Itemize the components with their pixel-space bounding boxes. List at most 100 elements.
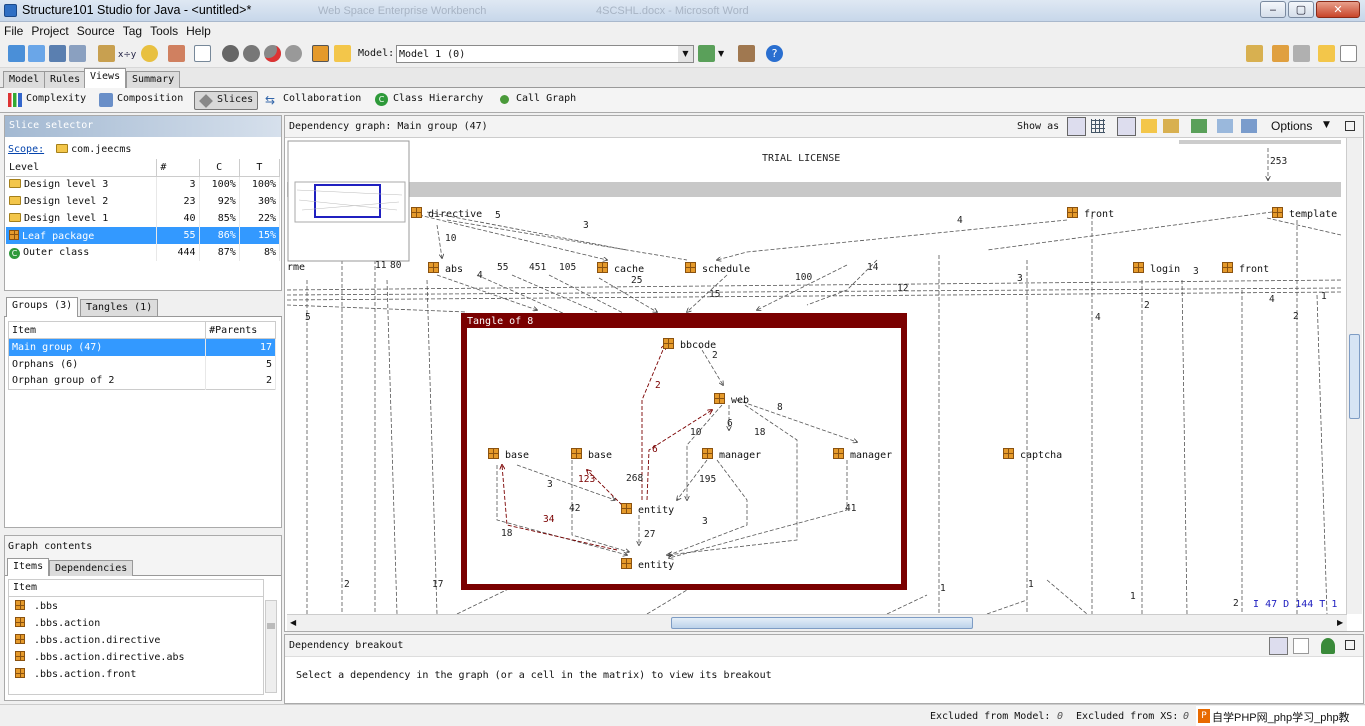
edit-icon[interactable] bbox=[1163, 119, 1179, 133]
scroll-right-icon[interactable]: ▶ bbox=[1337, 618, 1343, 627]
node-base[interactable]: base bbox=[488, 448, 529, 461]
col-item[interactable]: Item bbox=[9, 580, 263, 597]
edge-label[interactable]: 2 bbox=[1293, 311, 1299, 322]
class-hierarchy-button[interactable]: C Class Hierarchy bbox=[371, 91, 487, 110]
tag-icon[interactable] bbox=[168, 45, 185, 62]
maximize-button[interactable]: ▢ bbox=[1288, 1, 1314, 18]
contents-item[interactable]: .bbs.action.directive.abs bbox=[9, 648, 263, 665]
menu-tools[interactable]: Tools bbox=[146, 22, 182, 38]
circle-search-icon[interactable] bbox=[285, 45, 302, 62]
collaboration-button[interactable]: ⇆ Collaboration bbox=[261, 91, 365, 110]
contents-item[interactable]: .bbs.action.directive bbox=[9, 631, 263, 648]
add-model-icon[interactable] bbox=[698, 45, 715, 62]
edge-label[interactable]: 14 bbox=[867, 262, 878, 273]
edge-label[interactable]: 2 bbox=[1233, 598, 1239, 609]
edge-label[interactable]: 15 bbox=[709, 289, 720, 300]
scope-link[interactable]: Scope: bbox=[8, 144, 44, 155]
edge-label[interactable]: 123 bbox=[578, 474, 595, 485]
help-icon[interactable]: ? bbox=[766, 45, 783, 62]
edge-label[interactable]: 3 bbox=[547, 479, 553, 490]
stamp-icon[interactable] bbox=[1293, 45, 1310, 62]
chevron-down-icon[interactable]: ▼ bbox=[678, 46, 693, 62]
tab-dependencies[interactable]: Dependencies bbox=[49, 560, 134, 577]
node-schedule[interactable]: schedule bbox=[685, 262, 750, 275]
edge-label[interactable]: 27 bbox=[644, 529, 655, 540]
node-cache[interactable]: cache bbox=[597, 262, 644, 275]
graph-canvas[interactable]: TRIAL LICENSE Tangle of 8 directive fron… bbox=[287, 140, 1341, 614]
node-abs[interactable]: abs bbox=[428, 262, 463, 275]
circle-icon[interactable] bbox=[222, 45, 239, 62]
edge-label[interactable]: 3 bbox=[583, 220, 589, 231]
composition-button[interactable]: Composition bbox=[95, 91, 187, 110]
node-entity[interactable]: entity bbox=[621, 558, 674, 571]
close-button[interactable]: ✕ bbox=[1316, 1, 1360, 18]
graph-view-icon[interactable] bbox=[1067, 117, 1086, 136]
tool-icon[interactable] bbox=[1246, 45, 1263, 62]
node-base[interactable]: base bbox=[571, 448, 612, 461]
open-folder-icon[interactable] bbox=[1141, 119, 1157, 133]
edge-label[interactable]: 2 bbox=[655, 380, 661, 391]
node-rme[interactable]: rme bbox=[287, 262, 305, 273]
edge-label[interactable]: 41 bbox=[845, 503, 856, 514]
settings-icon[interactable] bbox=[98, 45, 115, 62]
edge-label[interactable]: 3 bbox=[1017, 273, 1023, 284]
group-row[interactable]: Orphans (6) 5 bbox=[8, 355, 276, 373]
edge-label[interactable]: 4 bbox=[1269, 294, 1275, 305]
edge-label[interactable]: 6 bbox=[727, 418, 733, 429]
slice-row-selected[interactable]: Leaf package 55 86% 15% bbox=[6, 227, 281, 244]
node-manager[interactable]: manager bbox=[702, 448, 761, 461]
edge-label[interactable]: 6 bbox=[652, 444, 658, 455]
node-template[interactable]: template bbox=[1272, 207, 1337, 220]
edge-label[interactable]: 10 bbox=[445, 233, 456, 244]
node-login[interactable]: login bbox=[1133, 262, 1180, 275]
col-count[interactable]: # bbox=[156, 159, 200, 177]
contents-item[interactable]: .bbs.action.front bbox=[9, 665, 263, 682]
col-level[interactable]: Level bbox=[6, 159, 158, 177]
col-c[interactable]: C bbox=[199, 159, 240, 177]
menu-file[interactable]: File bbox=[0, 22, 27, 38]
tab-tangles[interactable]: Tangles (1) bbox=[80, 299, 159, 316]
edge-label[interactable]: 80 bbox=[390, 260, 401, 271]
tab-rules[interactable]: Rules bbox=[44, 71, 87, 88]
graph-vertical-scrollbar[interactable] bbox=[1346, 138, 1362, 614]
contents-item[interactable]: .bbs.action bbox=[9, 614, 263, 631]
chevron-down-icon[interactable]: ▼ bbox=[1323, 120, 1330, 130]
edge-label[interactable]: 18 bbox=[754, 427, 765, 438]
scroll-thumb[interactable] bbox=[671, 617, 973, 629]
maximize-icon[interactable] bbox=[1345, 121, 1355, 131]
node-directive[interactable]: directive bbox=[411, 207, 482, 220]
col-parents[interactable]: #Parents bbox=[205, 321, 276, 339]
group-row-selected[interactable]: Main group (47) 17 bbox=[8, 338, 276, 356]
node-front[interactable]: front bbox=[1067, 207, 1114, 220]
menu-help[interactable]: Help bbox=[182, 22, 215, 38]
maximize-icon[interactable] bbox=[1345, 640, 1355, 650]
call-graph-button[interactable]: Call Graph bbox=[494, 91, 580, 110]
node-front[interactable]: front bbox=[1222, 262, 1269, 275]
tab-groups[interactable]: Groups (3) bbox=[6, 297, 79, 317]
slice-row[interactable]: Design level 2 23 92% 30% bbox=[6, 193, 281, 210]
edge-label[interactable]: 105 bbox=[559, 262, 576, 273]
edge-label[interactable]: 3 bbox=[702, 516, 708, 527]
new-project-icon[interactable] bbox=[8, 45, 25, 62]
xy-icon[interactable]: x÷y bbox=[118, 46, 138, 60]
edge-label[interactable]: 25 bbox=[631, 275, 642, 286]
edge-label[interactable]: 1 bbox=[940, 583, 946, 594]
edge-label[interactable]: 10 bbox=[690, 427, 701, 438]
dropdown-arrow-icon[interactable]: ▼ bbox=[718, 49, 724, 58]
edge-label[interactable]: 2 bbox=[1144, 300, 1150, 311]
slice-row[interactable]: Design level 1 40 85% 22% bbox=[6, 210, 281, 227]
edge-label[interactable]: 4 bbox=[477, 270, 483, 281]
slice-row[interactable]: C Outer class 444 87% 8% bbox=[6, 244, 281, 261]
marker-icon[interactable] bbox=[1272, 45, 1289, 62]
edge-label[interactable]: 451 bbox=[529, 262, 546, 273]
tree-view-icon[interactable] bbox=[1269, 637, 1288, 655]
edge-label[interactable]: 253 bbox=[1270, 156, 1287, 167]
tab-items[interactable]: Items bbox=[7, 558, 50, 576]
slice-row[interactable]: Design level 3 3 100% 100% bbox=[6, 176, 281, 193]
edge-label[interactable]: 42 bbox=[569, 503, 580, 514]
copy-icon[interactable] bbox=[1217, 119, 1233, 133]
export-icon[interactable] bbox=[738, 45, 755, 62]
circle-remove-icon[interactable] bbox=[264, 45, 281, 62]
tab-model[interactable]: Model bbox=[3, 71, 46, 88]
node-captcha[interactable]: captcha bbox=[1003, 448, 1062, 461]
